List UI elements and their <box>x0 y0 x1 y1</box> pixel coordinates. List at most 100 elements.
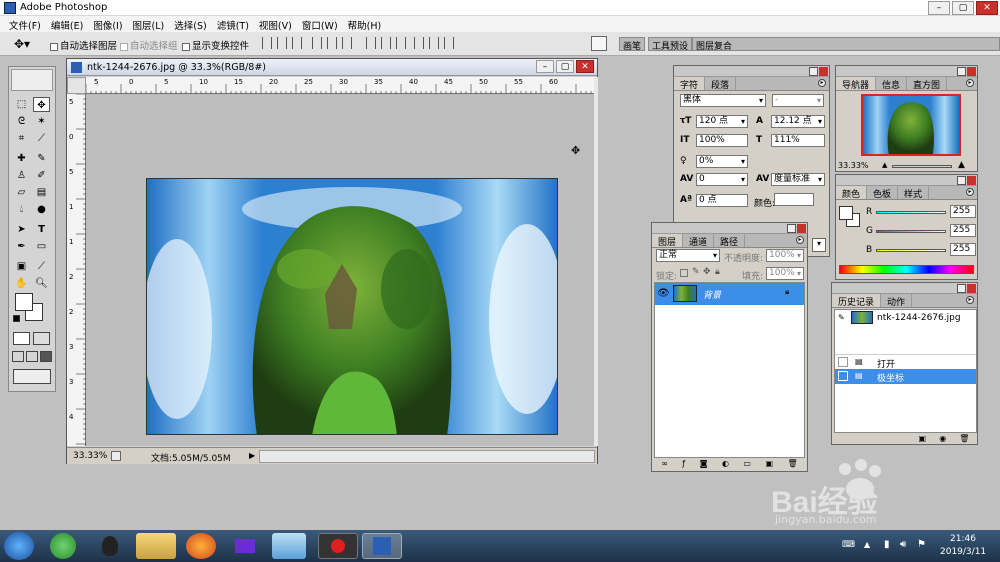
distribute-left-icon[interactable] <box>414 37 424 49</box>
clock-time[interactable]: 21:46 <box>950 534 976 544</box>
leading-input[interactable]: 12.12 点 <box>771 115 825 128</box>
delete-state-icon[interactable]: 🗑︎ <box>959 434 969 444</box>
align-top-icon[interactable] <box>262 37 272 49</box>
screen-mode-full-icon[interactable] <box>40 351 52 362</box>
vertical-scrollbar[interactable] <box>594 77 598 446</box>
lock-transparency-icon[interactable] <box>680 269 688 277</box>
align-right-icon[interactable] <box>342 37 352 49</box>
layer-style-icon[interactable]: ƒ <box>682 459 685 471</box>
adjustment-layer-icon[interactable]: ◐ <box>722 459 729 471</box>
navigator-zoom[interactable]: 33.33% <box>838 161 869 170</box>
history-item-open[interactable]: ▤ 打开 <box>835 354 976 370</box>
tab-paths[interactable]: 路径 <box>714 234 746 248</box>
slice-tool-icon[interactable]: ⟋ <box>33 131 50 146</box>
navigator-panel-menu-icon[interactable]: ▸ <box>966 79 974 87</box>
default-colors-icon[interactable] <box>13 315 20 322</box>
blend-mode-select[interactable]: 正常 <box>656 249 720 262</box>
align-hcenter-icon[interactable] <box>327 37 337 49</box>
taskbar-browser-360-icon[interactable] <box>50 533 76 559</box>
history-snapshot-row[interactable]: ✎ ntk-1244-2676.jpg <box>835 310 976 326</box>
new-group-icon[interactable]: ▭ <box>743 459 751 471</box>
history-brush-tool-icon[interactable]: ✐ <box>33 168 50 183</box>
taskbar-file-explorer-icon[interactable] <box>136 533 176 559</box>
palette-well-layer-comps[interactable]: 图层复合 <box>692 37 1000 52</box>
new-document-from-state-icon[interactable]: ▣ <box>919 434 927 444</box>
tab-swatches[interactable]: 色板 <box>867 186 899 200</box>
navigator-panel-minimize-icon[interactable] <box>957 67 966 76</box>
ruler-origin[interactable] <box>67 77 86 94</box>
maximize-button[interactable]: ▢ <box>952 1 974 15</box>
layer-visibility-eye-icon[interactable]: 👁︎ <box>657 288 670 299</box>
baseline-shift-input[interactable]: 0 点 <box>696 194 748 207</box>
doc-maximize-button[interactable]: ▢ <box>556 60 574 73</box>
tab-histogram[interactable]: 直方图 <box>907 77 948 91</box>
blue-slider[interactable] <box>876 249 946 252</box>
doc-close-button[interactable]: ✕ <box>576 60 594 73</box>
red-slider[interactable] <box>876 211 946 214</box>
taskbar-media-player-icon[interactable] <box>230 533 260 559</box>
language-select-arrow-icon[interactable]: ▾ <box>812 238 826 252</box>
magic-wand-tool-icon[interactable]: ✶ <box>33 114 50 129</box>
kerning-mode-select[interactable]: 度量标准 <box>771 173 825 186</box>
tab-actions[interactable]: 动作 <box>881 294 913 308</box>
start-button-icon[interactable] <box>4 532 34 560</box>
tab-history[interactable]: 历史记录 <box>832 294 882 308</box>
horizontal-scrollbar[interactable] <box>259 450 595 463</box>
menu-view[interactable]: 视图(V) <box>254 16 297 32</box>
distribute-bottom-icon[interactable] <box>396 37 406 49</box>
clock-date[interactable]: 2019/3/11 <box>940 547 986 557</box>
new-snapshot-icon[interactable]: ◉ <box>939 434 946 444</box>
taskbar-firefox-icon[interactable] <box>186 533 216 559</box>
screen-mode-standard-icon[interactable] <box>12 351 24 362</box>
tsume-input[interactable]: 0% <box>696 155 748 168</box>
taskbar-recorder-icon[interactable] <box>318 533 358 559</box>
zoom-out-icon[interactable]: ▲ <box>882 161 887 169</box>
close-button[interactable]: ✕ <box>976 1 998 15</box>
quick-mask-icon[interactable] <box>33 332 50 345</box>
menu-select[interactable]: 选择(S) <box>169 16 211 32</box>
file-browser-icon[interactable] <box>591 36 607 51</box>
zoom-level[interactable]: 33.33% <box>73 451 107 461</box>
tab-character[interactable]: 字符 <box>674 77 706 91</box>
color-spectrum-bar[interactable] <box>839 265 974 274</box>
taskbar-qq-icon[interactable] <box>96 533 124 559</box>
move-tool-icon[interactable]: ✥▾ <box>14 37 30 51</box>
type-tool-icon[interactable]: T <box>33 222 50 237</box>
clone-stamp-tool-icon[interactable]: ♙ <box>13 168 30 183</box>
kerning-input[interactable]: 0 <box>696 173 748 186</box>
character-panel-menu-icon[interactable]: ▸ <box>818 79 826 87</box>
taskbar-app-icon[interactable] <box>272 533 306 559</box>
distribute-top-icon[interactable] <box>366 37 376 49</box>
tray-network-icon[interactable]: ▮ <box>884 539 890 550</box>
font-size-input[interactable]: 120 点 <box>696 115 748 128</box>
menu-file[interactable]: 文件(F) <box>4 16 46 32</box>
menu-window[interactable]: 窗口(W) <box>297 16 343 32</box>
jump-to-imageready-icon[interactable] <box>13 369 51 384</box>
font-style-select[interactable]: - <box>772 94 824 107</box>
horizontal-scale-input[interactable]: 111% <box>771 134 825 147</box>
menu-filter[interactable]: 滤镜(T) <box>212 16 254 32</box>
pen-tool-icon[interactable]: ✒ <box>13 239 30 254</box>
lock-all-icon[interactable]: 🔒︎ <box>715 267 720 277</box>
history-item-polar-coordinates[interactable]: ▤ 极坐标 <box>835 369 976 384</box>
blur-tool-icon[interactable]: 💧︎ <box>13 202 30 217</box>
text-color-swatch[interactable] <box>774 193 814 206</box>
zoom-tool-icon[interactable]: 🔍︎ <box>33 276 50 291</box>
align-left-icon[interactable] <box>312 37 322 49</box>
history-panel-minimize-icon[interactable] <box>957 284 966 293</box>
history-panel-menu-icon[interactable]: ▸ <box>966 296 974 304</box>
crop-tool-icon[interactable]: ⌗ <box>13 131 30 146</box>
color-panel-close-icon[interactable] <box>967 176 976 185</box>
auto-select-layer-option[interactable]: 自动选择图层 <box>50 38 117 52</box>
history-source-checkbox[interactable] <box>838 357 848 367</box>
layer-name[interactable]: 背景 <box>703 288 721 301</box>
distribute-hcenter-icon[interactable] <box>429 37 439 49</box>
menu-image[interactable]: 图像(I) <box>88 16 127 32</box>
blue-value[interactable]: 255 <box>950 243 976 256</box>
opacity-input[interactable]: 100% <box>766 249 804 262</box>
tab-navigator[interactable]: 导航器 <box>836 77 877 91</box>
distribute-right-icon[interactable] <box>444 37 454 49</box>
move-tool-button-icon[interactable]: ✥ <box>33 97 50 112</box>
hand-tool-icon[interactable]: ✋ <box>13 276 30 291</box>
zoom-in-icon[interactable]: ▲ <box>958 160 965 170</box>
